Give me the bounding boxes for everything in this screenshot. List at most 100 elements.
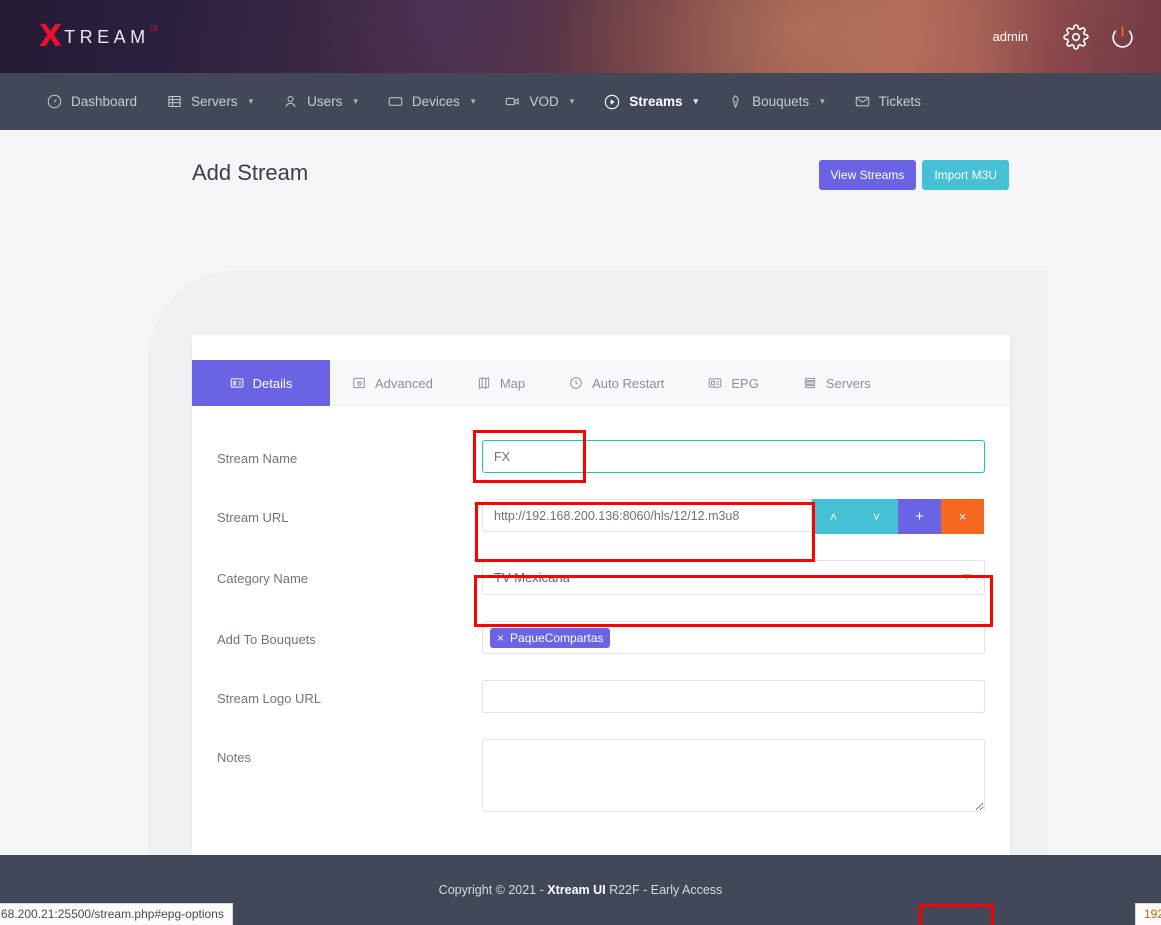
copyright-text: Copyright © 2021 - Xtream UI R22F - Earl… <box>439 883 723 897</box>
copyright-prefix: Copyright © 2021 - <box>439 883 548 897</box>
play-circle-icon <box>604 94 620 110</box>
notes-textarea[interactable] <box>482 739 985 812</box>
chevron-down-icon: ▾ <box>353 96 358 107</box>
category-name-label: Category Name <box>217 560 482 586</box>
copyright-suffix: R22F - Early Access <box>606 883 723 897</box>
stream-name-input[interactable] <box>482 440 985 473</box>
logo-x-mark: X <box>39 22 62 52</box>
tab-epg[interactable]: EPG <box>686 360 780 406</box>
servers-icon <box>167 94 182 109</box>
dashboard-icon <box>47 94 62 109</box>
copyright-brand: Xtream UI <box>547 883 605 897</box>
app-logo[interactable]: X TREAM UI <box>39 22 158 52</box>
bouquet-tag-label: PaqueCompartas <box>510 631 603 645</box>
add-stream-form: Stream Name Stream URL ˄ ˅ + × Category … <box>192 406 1010 925</box>
servers-stack-icon <box>803 376 817 390</box>
header-right-actions: admin <box>993 0 1161 73</box>
move-up-button[interactable]: ˄ <box>812 499 855 534</box>
remove-url-button[interactable]: × <box>941 499 984 534</box>
header-decoration <box>540 0 1060 73</box>
nav-label: Servers <box>191 94 238 109</box>
map-icon <box>477 376 491 390</box>
main-navigation: Dashboard Servers ▾ Users ▾ Devices ▾ <box>0 73 1161 130</box>
stream-logo-url-control <box>482 680 985 713</box>
page-title: Add Stream <box>192 160 308 186</box>
tab-advanced[interactable]: Advanced <box>330 360 455 406</box>
gear-icon[interactable] <box>1053 14 1099 60</box>
field-row-stream-url: Stream URL ˄ ˅ + × <box>192 499 1010 534</box>
notes-control <box>482 739 985 817</box>
nav-item-tickets[interactable]: Tickets <box>840 73 936 130</box>
tab-label: Auto Restart <box>592 376 664 391</box>
epg-icon <box>708 376 722 390</box>
stream-name-label: Stream Name <box>217 440 482 466</box>
tab-auto-restart[interactable]: Auto Restart <box>547 360 686 406</box>
nav-item-servers[interactable]: Servers ▾ <box>152 73 268 130</box>
nav-label: Tickets <box>879 94 921 109</box>
tab-label: Advanced <box>375 376 433 391</box>
tab-map[interactable]: Map <box>455 360 547 406</box>
browser-status-bar-right: 192 <box>1135 903 1161 925</box>
remove-tag-icon[interactable]: × <box>497 631 504 645</box>
bouquet-icon <box>728 94 743 109</box>
page-body: Add Stream View Streams Import M3U Detai… <box>0 130 1161 925</box>
category-name-control: TV Mexicana <box>482 560 985 595</box>
field-row-stream-logo-url: Stream Logo URL <box>192 680 1010 713</box>
move-down-button[interactable]: ˅ <box>855 499 898 534</box>
nav-label: Devices <box>412 94 460 109</box>
nav-item-dashboard[interactable]: Dashboard <box>32 73 152 130</box>
mail-icon <box>855 94 870 109</box>
nav-item-vod[interactable]: VOD ▾ <box>490 73 589 130</box>
logo-superscript: UI <box>150 24 158 33</box>
device-icon <box>388 94 403 109</box>
nav-label: Users <box>307 94 342 109</box>
card-spacer <box>192 335 1010 360</box>
form-tabs: Details Advanced Map <box>192 360 1010 406</box>
chevron-down-icon: ▾ <box>249 96 254 107</box>
nav-label: VOD <box>529 94 558 109</box>
current-user-label[interactable]: admin <box>993 29 1028 44</box>
nav-label: Dashboard <box>71 94 137 109</box>
chevron-down-icon: ▾ <box>820 96 825 107</box>
field-row-notes: Notes <box>192 739 1010 817</box>
add-stream-card: Details Advanced Map <box>192 335 1010 925</box>
add-url-button[interactable]: + <box>898 499 941 534</box>
nav-item-devices[interactable]: Devices ▾ <box>373 73 491 130</box>
stream-url-label: Stream URL <box>217 499 482 525</box>
user-icon <box>283 94 298 109</box>
tab-label: EPG <box>731 376 758 391</box>
bouquets-tag-input[interactable]: × PaqueCompartas <box>482 621 985 654</box>
nav-label: Bouquets <box>752 94 809 109</box>
nav-item-bouquets[interactable]: Bouquets ▾ <box>713 73 840 130</box>
tab-details[interactable]: Details <box>192 360 330 406</box>
brand-header: X TREAM UI admin <box>0 0 1161 73</box>
tab-servers[interactable]: Servers <box>781 360 893 406</box>
stream-name-control <box>482 440 985 473</box>
page-header: Add Stream View Streams Import M3U <box>0 130 1161 193</box>
tab-label: Map <box>500 376 525 391</box>
nav-item-streams[interactable]: Streams ▾ <box>589 73 713 130</box>
view-streams-button[interactable]: View Streams <box>819 160 917 190</box>
bouquet-tag[interactable]: × PaqueCompartas <box>490 628 610 648</box>
details-icon <box>230 376 244 390</box>
bouquets-control: × PaqueCompartas <box>482 621 985 654</box>
power-icon[interactable] <box>1099 14 1145 60</box>
chevron-down-icon: ▾ <box>694 96 699 107</box>
stream-url-input[interactable] <box>482 499 812 532</box>
nav-item-users[interactable]: Users ▾ <box>268 73 373 130</box>
category-name-select[interactable]: TV Mexicana <box>482 560 985 595</box>
import-m3u-button[interactable]: Import M3U <box>922 160 1009 190</box>
browser-status-bar: 68.200.21:25500/stream.php#epg-options <box>0 903 233 925</box>
page-header-actions: View Streams Import M3U <box>819 160 1010 190</box>
chevron-down-icon: ▾ <box>570 96 575 107</box>
tab-label: Details <box>253 376 293 391</box>
stream-url-control: ˄ ˅ + × <box>482 499 984 534</box>
nav-label: Streams <box>629 94 682 109</box>
chevron-down-icon <box>962 574 972 580</box>
tab-label: Servers <box>826 376 871 391</box>
field-row-category-name: Category Name TV Mexicana <box>192 560 1010 595</box>
stream-logo-url-input[interactable] <box>482 680 985 713</box>
notes-label: Notes <box>217 739 482 765</box>
logo-wordmark: TREAM <box>64 27 150 48</box>
category-name-value: TV Mexicana <box>494 570 570 585</box>
